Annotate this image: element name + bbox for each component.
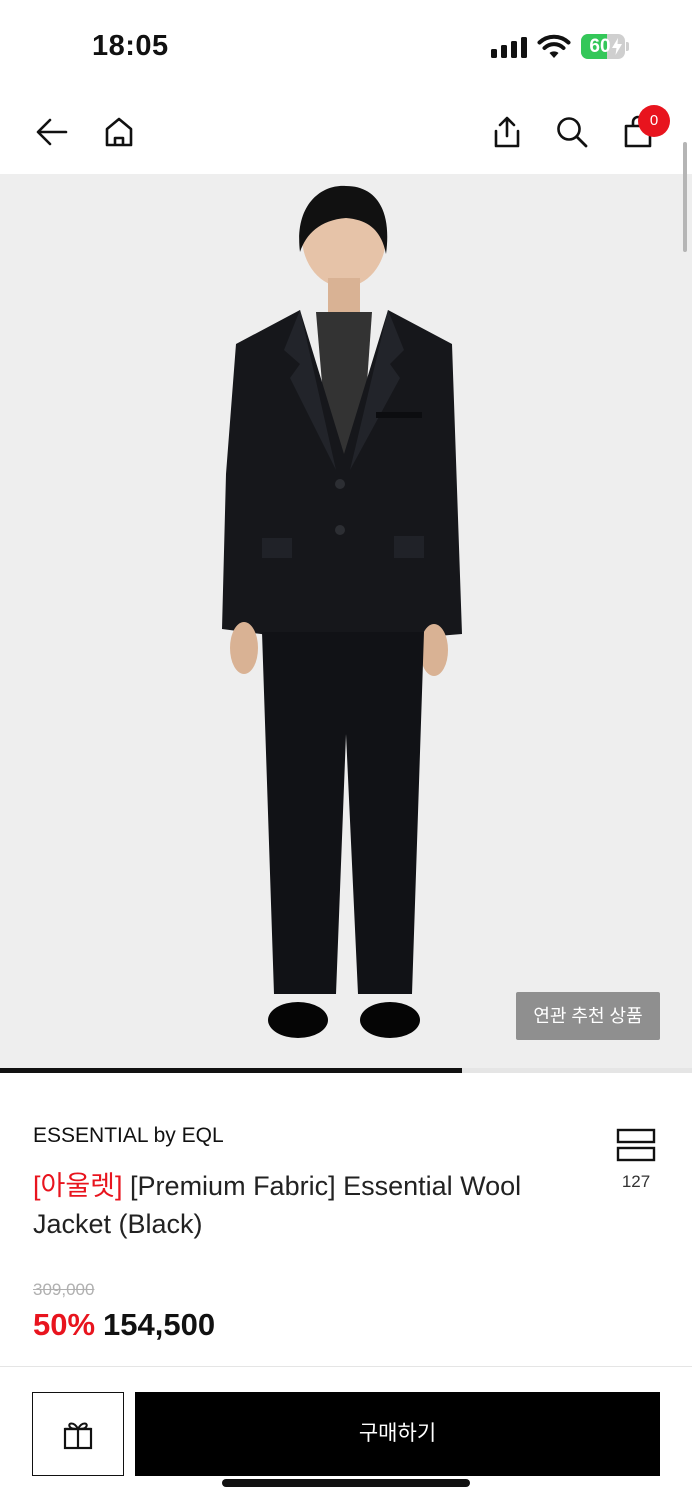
home-icon[interactable] [97, 110, 141, 154]
product-title: [아울렛] [Premium Fabric] Essential Wool Ja… [33, 1167, 573, 1243]
wishlist-count: 127 [621, 1172, 651, 1191]
scrollbar[interactable] [683, 142, 687, 252]
cellular-signal-icon [491, 36, 527, 58]
product-image-gallery[interactable]: 연관 추천 상품 [0, 174, 692, 1068]
back-arrow-icon[interactable] [30, 110, 74, 154]
price-row: 50% 154,500 [33, 1307, 215, 1343]
product-photo [222, 185, 462, 1038]
cart-count-badge: 0 [638, 105, 670, 137]
gift-button[interactable] [32, 1392, 124, 1476]
wishlist-icon [616, 1128, 656, 1162]
buy-button[interactable]: 구매하기 [135, 1392, 660, 1476]
wifi-icon [537, 34, 571, 58]
gallery-progress-fill [0, 1068, 462, 1073]
charging-bolt-icon [612, 38, 622, 55]
battery-icon: 60 [581, 34, 629, 59]
gallery-progress-bar [0, 1068, 692, 1073]
top-nav [0, 92, 692, 174]
brand-name[interactable]: ESSENTIAL by EQL [33, 1124, 224, 1148]
home-indicator [222, 1479, 470, 1487]
outlet-tag: [아울렛] [33, 1171, 123, 1201]
share-icon[interactable] [485, 110, 529, 154]
status-time: 18:05 [92, 30, 169, 62]
discount-rate: 50% [33, 1307, 96, 1342]
status-bar: 18:05 60 [0, 0, 692, 92]
original-price: 309,000 [33, 1280, 95, 1299]
related-products-button[interactable]: 연관 추천 상품 [516, 992, 660, 1040]
bottom-divider [0, 1366, 692, 1367]
search-icon[interactable] [550, 110, 594, 154]
final-price: 154,500 [103, 1307, 216, 1342]
gift-icon [63, 1422, 93, 1450]
wishlist-button[interactable]: 127 [610, 1128, 660, 1194]
